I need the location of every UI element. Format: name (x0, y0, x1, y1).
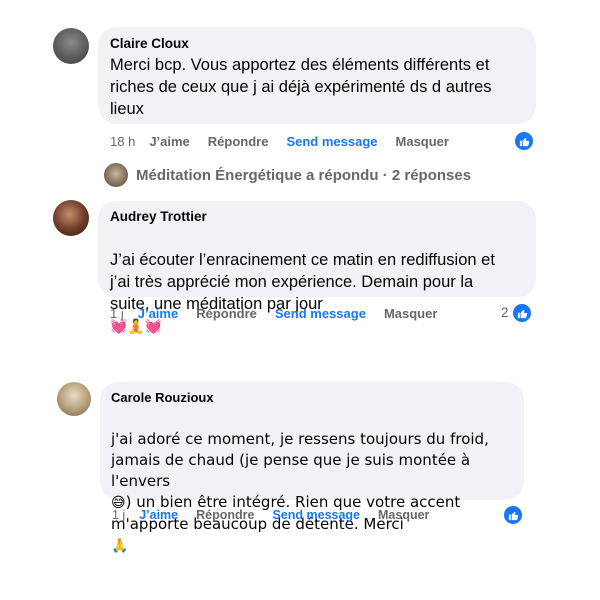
avatar-carole[interactable] (57, 382, 91, 416)
pray-emoji: 🙏 (111, 538, 129, 554)
hide-button[interactable]: Masquer (378, 508, 429, 522)
reply-button[interactable]: Répondre (208, 134, 269, 149)
comment-text: j'ai adoré ce moment, je ressens toujour… (111, 408, 513, 557)
send-message-button[interactable]: Send message (275, 306, 366, 321)
replies-text[interactable]: Méditation Énergétique a répondu · 2 rép… (136, 167, 471, 184)
comment-actions: 1 j J’aime Répondre Send message Masquer (110, 303, 455, 323)
like-reaction-icon[interactable] (514, 131, 534, 151)
send-message-button[interactable]: Send message (272, 508, 360, 522)
comment-author[interactable]: Claire Cloux (110, 36, 524, 51)
comment-actions: 18 h J’aime Répondre Send message Masque… (110, 131, 467, 151)
hide-button[interactable]: Masquer (396, 134, 449, 149)
comment-time[interactable]: 18 h (110, 134, 135, 149)
comment-bubble: Claire Cloux Merci bcp. Vous apportez de… (98, 27, 536, 124)
reaction-count[interactable]: 2 (501, 305, 509, 320)
reply-button[interactable]: Répondre (196, 508, 254, 522)
send-message-button[interactable]: Send message (286, 134, 377, 149)
comment-bubble: Carole Rouzioux j'ai adoré ce moment, je… (100, 382, 524, 554)
comment-text-body: j'ai adoré ce moment, je ressens toujour… (111, 430, 489, 490)
comment-bubble: Audrey Trottier J’ai écouter l’enracinem… (98, 201, 536, 335)
like-button[interactable]: J’aime (138, 306, 178, 321)
like-button[interactable]: J’aime (149, 134, 189, 149)
comment-time[interactable]: 1 j (110, 306, 124, 321)
hide-button[interactable]: Masquer (384, 306, 437, 321)
comment-text: Merci bcp. Vous apportez des éléments di… (110, 56, 492, 118)
page-avatar (104, 163, 128, 187)
like-button[interactable]: J’aime (139, 508, 178, 522)
comment-time[interactable]: 1 j (112, 508, 125, 522)
reply-button[interactable]: Répondre (196, 306, 257, 321)
replies-summary[interactable]: Méditation Énergétique a répondu · 2 rép… (104, 163, 471, 187)
comment-author[interactable]: Audrey Trottier (110, 209, 524, 224)
like-reaction-icon[interactable] (503, 505, 523, 525)
avatar-claire[interactable] (53, 28, 89, 64)
comment-actions: 1 j J’aime Répondre Send message Masquer (112, 505, 447, 525)
avatar-audrey[interactable] (53, 200, 89, 236)
like-reaction-icon[interactable] (512, 303, 532, 323)
comment-author[interactable]: Carole Rouzioux (111, 390, 513, 405)
